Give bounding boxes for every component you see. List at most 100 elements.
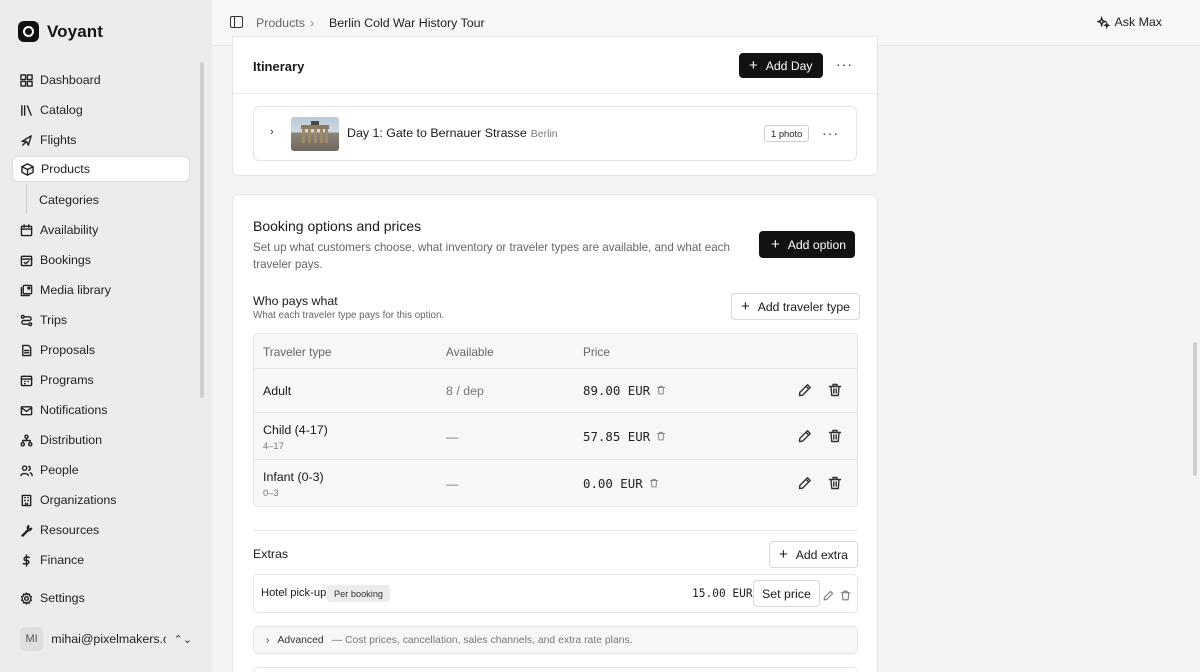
sidebar: Voyant Dashboard Catalog Flights Product… bbox=[0, 0, 212, 672]
sidebar-item-programs[interactable]: Programs bbox=[12, 367, 190, 393]
sidebar-item-distribution[interactable]: Distribution bbox=[12, 427, 190, 453]
building-icon bbox=[21, 494, 32, 506]
price-cell: 89.00 EUR bbox=[583, 383, 666, 398]
sidebar-toggle-icon[interactable] bbox=[230, 16, 243, 28]
sidebar-item-availability[interactable]: Availability bbox=[12, 217, 190, 243]
network-icon bbox=[20, 434, 33, 446]
sidebar-item-notifications[interactable]: Notifications bbox=[12, 397, 190, 423]
calendar-grid-icon bbox=[20, 375, 33, 386]
add-day-button[interactable]: + Add Day bbox=[739, 53, 823, 78]
chevron-right-icon[interactable]: › bbox=[270, 126, 274, 138]
sidebar-item-bookings[interactable]: Bookings bbox=[12, 247, 190, 273]
calendar-check-icon bbox=[20, 255, 33, 266]
set-price-button[interactable]: Set price bbox=[753, 580, 820, 607]
plus-icon: + bbox=[779, 546, 788, 563]
edit-pencil-icon[interactable] bbox=[798, 476, 812, 490]
trash-icon[interactable] bbox=[656, 383, 666, 398]
sidebar-item-label: Products bbox=[41, 162, 90, 176]
who-pays-subtitle: What each traveler type pays for this op… bbox=[253, 310, 445, 321]
sidebar-item-dashboard[interactable]: Dashboard bbox=[12, 67, 190, 93]
sidebar-item-label: Settings bbox=[40, 591, 85, 605]
sidebar-item-organizations[interactable]: Organizations bbox=[12, 487, 190, 513]
extra-name: Hotel pick-up bbox=[261, 587, 327, 599]
edit-pencil-icon[interactable] bbox=[798, 429, 812, 443]
traveler-price-table: Traveler type Available Price Adult 8 / … bbox=[253, 333, 858, 507]
sidebar-item-trips[interactable]: Trips bbox=[12, 307, 190, 333]
sidebar-item-label: Availability bbox=[40, 223, 99, 237]
column-header-price: Price bbox=[583, 345, 610, 359]
itinerary-day-row[interactable]: › Day 1: Gate to Bernauer Strasse Berlin … bbox=[253, 106, 857, 161]
chevron-right-icon: › bbox=[266, 634, 270, 646]
booking-description: Set up what customers choose, what inven… bbox=[253, 241, 730, 271]
advanced-label: Advanced bbox=[277, 634, 324, 646]
brand-name: Voyant bbox=[47, 21, 104, 41]
sidebar-item-finance[interactable]: Finance bbox=[12, 547, 190, 573]
user-email: mihai@pixelmakers.c... bbox=[51, 632, 165, 646]
main-scrollbar[interactable] bbox=[1193, 342, 1197, 476]
edit-pencil-icon[interactable] bbox=[823, 588, 834, 601]
day-more-icon[interactable]: ··· bbox=[822, 125, 839, 141]
sidebar-scrollbar[interactable] bbox=[200, 62, 204, 398]
sidebar-item-proposals[interactable]: Proposals bbox=[12, 337, 190, 363]
sidebar-item-products[interactable]: Products bbox=[12, 156, 190, 182]
sidebar-item-label: Resources bbox=[40, 523, 100, 537]
price-cell: 0.00 EUR bbox=[583, 476, 659, 491]
ask-max-button[interactable]: Ask Max bbox=[1097, 15, 1162, 29]
extra-price: 15.00 EUR bbox=[692, 587, 753, 600]
sidebar-item-media-library[interactable]: Media library bbox=[12, 277, 190, 303]
itinerary-more-icon[interactable]: ··· bbox=[836, 56, 853, 72]
trash-icon[interactable] bbox=[649, 476, 659, 491]
day-title: Day 1: Gate to Bernauer Strasse Berlin bbox=[347, 126, 558, 140]
add-option-button[interactable]: + Add option bbox=[759, 231, 856, 258]
avatar: MI bbox=[20, 627, 44, 651]
price-value: 0.00 EUR bbox=[583, 476, 643, 491]
divider bbox=[233, 93, 877, 94]
available-value: 8 / dep bbox=[446, 384, 484, 398]
sidebar-item-flights[interactable]: Flights bbox=[12, 127, 190, 153]
sidebar-item-settings[interactable]: Settings bbox=[12, 585, 190, 611]
next-section-box bbox=[253, 667, 858, 672]
sidebar-item-label: Bookings bbox=[40, 253, 91, 267]
document-icon bbox=[22, 344, 32, 356]
delete-trash-icon[interactable] bbox=[840, 588, 851, 601]
mail-icon bbox=[20, 405, 33, 415]
add-traveler-type-button[interactable]: + Add traveler type bbox=[731, 293, 860, 320]
sidebar-item-label: Catalog bbox=[40, 103, 83, 117]
add-extra-button[interactable]: + Add extra bbox=[769, 541, 858, 568]
photo-count-badge: 1 photo bbox=[764, 125, 810, 142]
day-thumbnail bbox=[291, 117, 339, 151]
plus-icon: + bbox=[741, 298, 750, 315]
divider bbox=[253, 530, 858, 531]
plane-icon bbox=[21, 134, 32, 146]
sidebar-item-categories[interactable]: Categories bbox=[12, 187, 190, 213]
user-menu[interactable]: MI mihai@pixelmakers.c... ⌃⌄ bbox=[20, 626, 192, 652]
traveler-type-name: Adult bbox=[263, 384, 292, 398]
plus-icon: + bbox=[749, 57, 758, 74]
advanced-section-toggle[interactable]: › Advanced — Cost prices, cancellation, … bbox=[253, 626, 858, 654]
delete-trash-icon[interactable] bbox=[828, 476, 842, 490]
extra-item-row: Hotel pick-up Per booking 15.00 EUR Set … bbox=[253, 574, 858, 613]
users-icon bbox=[20, 464, 33, 476]
edit-pencil-icon[interactable] bbox=[798, 383, 812, 397]
dashboard-icon bbox=[20, 73, 33, 87]
calendar-icon bbox=[20, 223, 33, 236]
wrench-icon bbox=[21, 524, 33, 537]
trash-icon[interactable] bbox=[656, 429, 666, 444]
sidebar-item-label: Categories bbox=[39, 193, 99, 207]
sidebar-item-people[interactable]: People bbox=[12, 457, 190, 483]
sidebar-item-catalog[interactable]: Catalog bbox=[12, 97, 190, 123]
column-header-traveler-type: Traveler type bbox=[263, 345, 332, 359]
sidebar-item-label: Finance bbox=[40, 553, 85, 567]
delete-trash-icon[interactable] bbox=[828, 429, 842, 443]
sidebar-item-label: Programs bbox=[40, 373, 94, 387]
breadcrumb-products[interactable]: Products bbox=[256, 16, 305, 30]
add-traveler-type-label: Add traveler type bbox=[757, 299, 850, 314]
brand[interactable]: Voyant bbox=[18, 21, 103, 42]
delete-trash-icon[interactable] bbox=[828, 383, 842, 397]
sidebar-item-label: Distribution bbox=[40, 433, 102, 447]
age-range: 4–17 bbox=[263, 440, 284, 451]
column-header-available: Available bbox=[446, 345, 494, 359]
sidebar-item-resources[interactable]: Resources bbox=[12, 517, 190, 543]
dollar-icon bbox=[22, 553, 30, 567]
advanced-description: — Cost prices, cancellation, sales chann… bbox=[331, 634, 633, 646]
